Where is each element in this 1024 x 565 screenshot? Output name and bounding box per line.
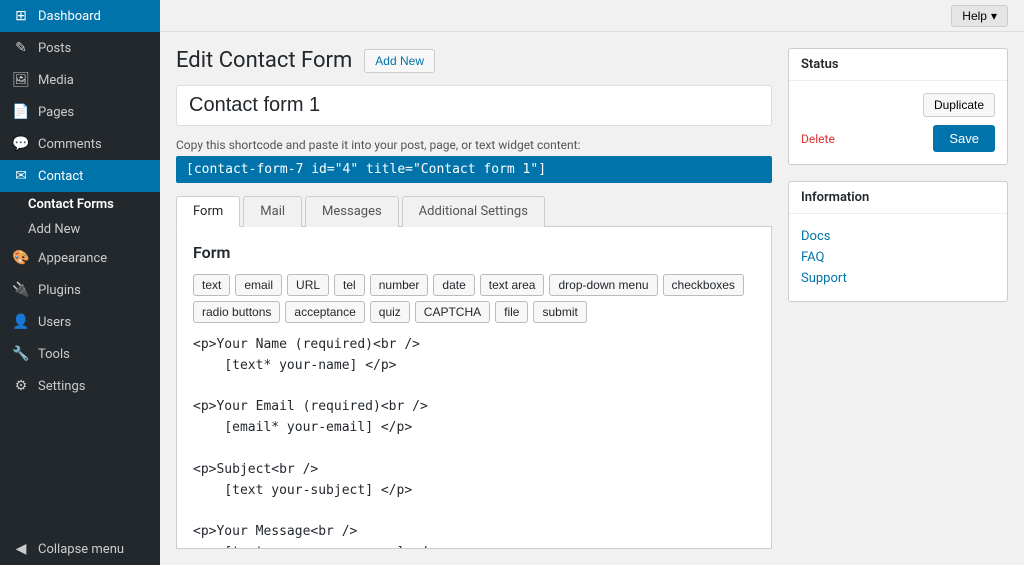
pages-icon: 📄 bbox=[12, 104, 30, 120]
tag-acceptance[interactable]: acceptance bbox=[285, 301, 364, 323]
sidebar-item-tools[interactable]: 🔧 Tools bbox=[0, 338, 160, 370]
tab-additional-settings[interactable]: Additional Settings bbox=[402, 196, 545, 227]
status-box: Status Duplicate Delete Save bbox=[788, 48, 1008, 165]
media-icon: 🖼 bbox=[12, 72, 30, 88]
sidebar-item-appearance[interactable]: 🎨 Appearance bbox=[0, 242, 160, 274]
tag-url[interactable]: URL bbox=[287, 274, 329, 296]
tag-dropdown[interactable]: drop-down menu bbox=[549, 274, 657, 296]
sidebar-item-label: Comments bbox=[38, 137, 102, 152]
tag-tel[interactable]: tel bbox=[334, 274, 365, 296]
sidebar-item-settings[interactable]: ⚙ Settings bbox=[0, 370, 160, 402]
info-link-docs[interactable]: Docs bbox=[801, 226, 995, 247]
info-link-faq[interactable]: FAQ bbox=[801, 247, 995, 268]
comments-icon: 💬 bbox=[12, 136, 30, 152]
shortcode-label: Copy this shortcode and paste it into yo… bbox=[176, 138, 772, 152]
page-header: Edit Contact Form Add New bbox=[176, 48, 772, 73]
help-arrow-icon: ▾ bbox=[991, 9, 997, 23]
tag-email[interactable]: email bbox=[235, 274, 282, 296]
form-name-input[interactable] bbox=[176, 85, 772, 126]
delete-link[interactable]: Delete bbox=[801, 132, 835, 146]
sidebar-item-label: Users bbox=[38, 315, 71, 330]
info-link-support[interactable]: Support bbox=[801, 268, 995, 289]
sidebar-item-label: Plugins bbox=[38, 283, 81, 298]
tag-buttons-area: text email URL tel number date text area… bbox=[193, 274, 755, 323]
add-new-button[interactable]: Add New bbox=[364, 49, 435, 73]
plugins-icon: 🔌 bbox=[12, 282, 30, 298]
tab-form[interactable]: Form bbox=[176, 196, 240, 227]
sidebar-item-label: Settings bbox=[38, 379, 85, 394]
topbar: Help ▾ bbox=[160, 0, 1024, 32]
tag-checkboxes[interactable]: checkboxes bbox=[663, 274, 744, 296]
sidebar-item-pages[interactable]: 📄 Pages bbox=[0, 96, 160, 128]
tag-text[interactable]: text bbox=[193, 274, 230, 296]
page-title: Edit Contact Form bbox=[176, 48, 352, 73]
duplicate-button[interactable]: Duplicate bbox=[923, 93, 995, 117]
tag-radio[interactable]: radio buttons bbox=[193, 301, 280, 323]
main-panel: Edit Contact Form Add New Copy this shor… bbox=[176, 48, 772, 549]
help-label: Help bbox=[962, 9, 987, 23]
sidebar-item-label: Media bbox=[38, 73, 74, 88]
tag-number[interactable]: number bbox=[370, 274, 429, 296]
tag-file[interactable]: file bbox=[495, 301, 528, 323]
dashboard-icon: ⊞ bbox=[12, 8, 30, 24]
tag-submit[interactable]: submit bbox=[533, 301, 586, 323]
sidebar-item-label: Pages bbox=[38, 105, 74, 120]
sidebar-item-label: Appearance bbox=[38, 251, 107, 266]
tag-date[interactable]: date bbox=[433, 274, 474, 296]
sidebar-item-label: Collapse menu bbox=[38, 542, 124, 557]
posts-icon: ✎ bbox=[12, 40, 30, 56]
sidebar-item-plugins[interactable]: 🔌 Plugins bbox=[0, 274, 160, 306]
tools-icon: 🔧 bbox=[12, 346, 30, 362]
collapse-icon: ◀ bbox=[12, 541, 30, 557]
tag-textarea[interactable]: text area bbox=[480, 274, 545, 296]
sidebar-item-add-new[interactable]: Add New bbox=[0, 217, 160, 242]
sidebar-item-users[interactable]: 👤 Users bbox=[0, 306, 160, 338]
tag-captcha[interactable]: CAPTCHA bbox=[415, 301, 490, 323]
code-editor[interactable]: <p>Your Name (required)<br /> [text* you… bbox=[193, 335, 755, 549]
contact-icon: ✉ bbox=[12, 168, 30, 184]
tabs-bar: Form Mail Messages Additional Settings bbox=[176, 195, 772, 227]
sidebar-collapse-menu[interactable]: ◀ Collapse menu bbox=[0, 533, 160, 565]
tag-quiz[interactable]: quiz bbox=[370, 301, 410, 323]
info-box-content: Docs FAQ Support bbox=[789, 214, 1007, 301]
tabs-container: Form Mail Messages Additional Settings F… bbox=[176, 195, 772, 549]
help-button[interactable]: Help ▾ bbox=[951, 5, 1008, 27]
form-panel-title: Form bbox=[193, 243, 755, 262]
sidebar-item-label: Contact bbox=[38, 169, 83, 184]
status-row: Duplicate bbox=[801, 93, 995, 117]
right-panel: Status Duplicate Delete Save Information… bbox=[788, 48, 1008, 549]
shortcode-area: Copy this shortcode and paste it into yo… bbox=[176, 138, 772, 183]
content-area: Edit Contact Form Add New Copy this shor… bbox=[160, 32, 1024, 565]
shortcode-box[interactable]: [contact-form-7 id="4" title="Contact fo… bbox=[176, 156, 772, 183]
users-icon: 👤 bbox=[12, 314, 30, 330]
status-box-title: Status bbox=[789, 49, 1007, 81]
sidebar-item-label: Posts bbox=[38, 41, 71, 56]
tab-messages[interactable]: Messages bbox=[305, 196, 399, 227]
sidebar-item-media[interactable]: 🖼 Media bbox=[0, 64, 160, 96]
info-box: Information Docs FAQ Support bbox=[788, 181, 1008, 302]
sidebar-item-dashboard[interactable]: ⊞ Dashboard bbox=[0, 0, 160, 32]
sidebar-item-comments[interactable]: 💬 Comments bbox=[0, 128, 160, 160]
tab-mail[interactable]: Mail bbox=[243, 196, 302, 227]
sidebar-item-label: Dashboard bbox=[38, 9, 101, 24]
form-panel: Form text email URL tel number date text… bbox=[176, 227, 772, 549]
sidebar-item-posts[interactable]: ✎ Posts bbox=[0, 32, 160, 64]
settings-icon: ⚙ bbox=[12, 378, 30, 394]
save-button[interactable]: Save bbox=[933, 125, 995, 152]
sidebar: ⊞ Dashboard ✎ Posts 🖼 Media 📄 Pages 💬 Co… bbox=[0, 0, 160, 565]
info-box-title: Information bbox=[789, 182, 1007, 214]
sidebar-item-contact-forms[interactable]: Contact Forms bbox=[0, 192, 160, 217]
main-area: Help ▾ Edit Contact Form Add New Copy th… bbox=[160, 0, 1024, 565]
status-box-content: Duplicate Delete Save bbox=[789, 81, 1007, 164]
appearance-icon: 🎨 bbox=[12, 250, 30, 266]
sidebar-item-contact[interactable]: ✉ Contact bbox=[0, 160, 160, 192]
sidebar-item-label: Tools bbox=[38, 347, 70, 362]
status-actions: Delete Save bbox=[801, 125, 995, 152]
